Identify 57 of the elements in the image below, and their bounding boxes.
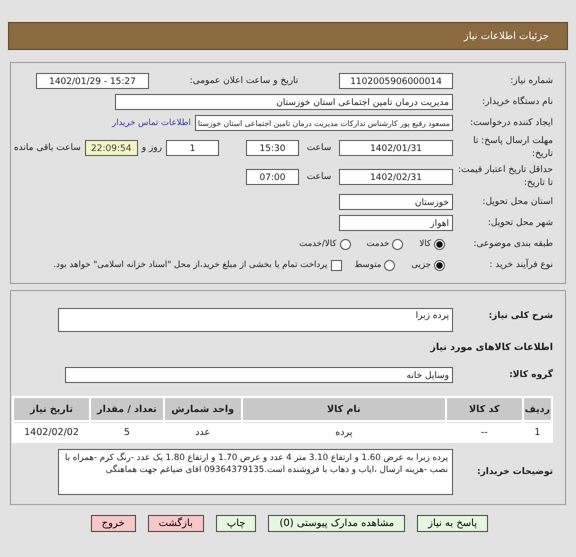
field-label: تاریخ و ساعت اعلان عمومی: [188,76,300,86]
validity-date-field: 1402/02/31 [339,169,453,185]
field-label: ساعت [306,143,332,153]
announce-date-field: 1402/01/29 - 15:27 [36,73,149,89]
field-label: گروه کالا: [508,370,553,380]
field-label: حداقل تاریخ اعتبار قیمت: تا تاریخ: [457,164,553,190]
column-header: نام کالا [242,398,445,420]
action-button[interactable]: خروج [90,515,136,532]
province-field: خوزستان [339,194,453,210]
field-label: مهلت ارسال پاسخ: تا تاریخ: [472,135,553,161]
remaining-time-field: 22:09:54 [84,140,138,156]
field-label: نوع فرآیند خرید : [488,260,553,270]
field-label: نام دستگاه خریدار: [481,97,553,107]
field-label: ساعت [306,172,332,182]
deadline-date-field: 1402/01/31 [339,140,453,156]
action-button[interactable]: بازگشت [148,515,204,532]
need-number-field: 1102005906000014 [339,73,453,89]
radio-label: خدمت [366,239,390,249]
field-label: روز و [140,143,163,153]
field-label: شهر محل تحویل: [486,218,553,228]
column-header: ردیف [524,398,551,420]
days-field: 1 [166,140,219,156]
radio-label: کالا [419,239,431,249]
radio-button[interactable] [434,260,445,270]
radio-button[interactable] [384,260,396,270]
header-title: جزئیات اطلاعات نیاز [464,30,549,42]
column-header: تعداد / مقدار [91,398,163,420]
city-field: اهواز [339,215,453,231]
field-label: استان محل تحویل: [481,197,553,207]
description-field: پرده زبرا [58,308,453,332]
column-header: تاریخ نیاز [14,398,90,420]
radio-button[interactable] [434,238,445,250]
field-label: ساعت باقی مانده [12,143,82,153]
deadline-time-field: 15:30 [246,140,299,156]
radio-button[interactable] [392,238,404,250]
radio-label: جزیی [411,260,431,270]
field-label: ایجاد کننده درخواست: [469,118,553,128]
field-label: طبقه بندی موضوعی: [472,239,553,249]
validity-time-field: 07:00 [246,169,299,185]
buyer-contact-link[interactable]: اطلاعات تماس خریدار [112,118,191,128]
checkbox[interactable] [331,260,342,270]
buyer-notes-field: پرده زبرا به عرض 1.60 و ارتفاع 3.10 متر 4 عدد و عرض 1.70 و ارتفاع 1.80 یک عدد -رنگ کرم -همراه با نصب -هزینه ارسال ،ایاب و ذهاب با فروشنده است.09364379135 اقای ضیاغم جهت هماهنگی [58,449,453,495]
action-button[interactable]: پاسخ به نیاز [417,515,488,532]
field-label: توضیحات خریدار: [476,467,553,477]
action-button[interactable]: چاپ [216,515,256,532]
action-button[interactable]: مشاهده مدارک پیوستی (0) [268,515,406,532]
radio-button[interactable] [340,238,350,250]
field-label: شماره نیاز: [509,76,553,86]
buyer-field: مدیریت درمان تامین اجتماعی استان خوزستان [115,94,453,110]
goods-group-field: وسایل خانه [65,367,453,383]
section-title: اطلاعات کالاهای مورد نیاز [430,342,553,352]
radio-label: متوسط [354,260,382,270]
column-header: واحد شمارش [164,398,241,420]
column-header: کد کالا [446,398,522,420]
checkbox-label: پرداخت تمام یا بخشی از مبلغ خرید،از محل "اسناد خزانه اسلامی" خواهد بود. [53,260,328,270]
field-label: شرح کلی نیاز: [488,311,553,321]
radio-label: کالا/خدمت [299,239,336,249]
